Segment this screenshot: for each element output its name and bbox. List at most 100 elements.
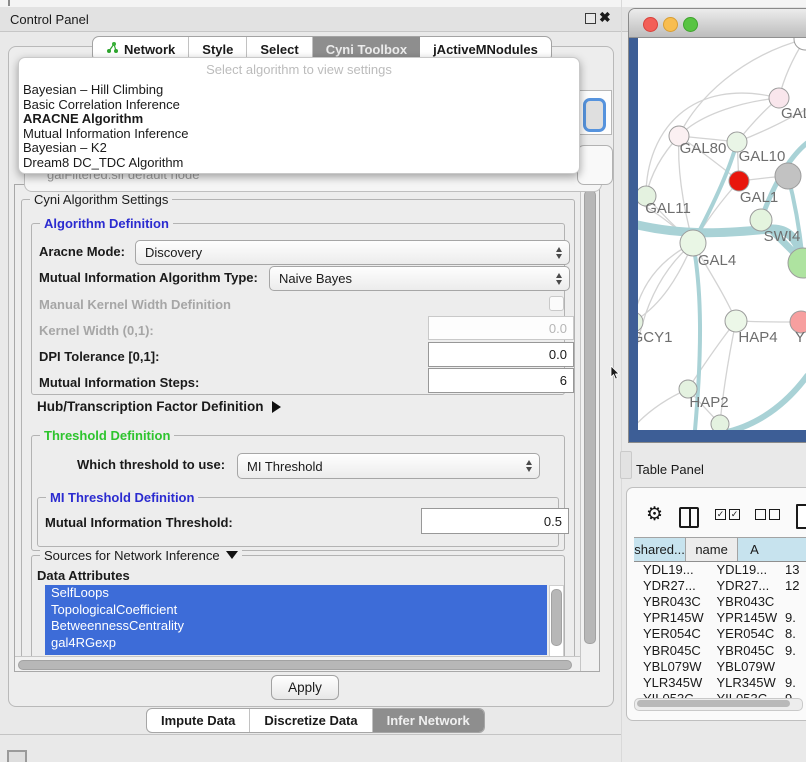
cell-value: 9. [781, 610, 806, 625]
table-row[interactable]: YDR27...YDR27...12 [634, 577, 806, 593]
dropdown-item[interactable]: Basic Correlation Inference [23, 98, 575, 113]
which-threshold-value: MI Threshold [247, 459, 323, 474]
cell-name: YPR145W [708, 610, 782, 625]
collapsed-arrow-icon [272, 401, 281, 413]
expanded-arrow-icon [226, 551, 238, 559]
apply-button[interactable]: Apply [271, 675, 339, 700]
attribute-item-partial[interactable] [45, 651, 547, 655]
table-row[interactable]: YBR045CYBR045C9. [634, 642, 806, 658]
settings-scroll-area: Cyni Algorithm Settings Algorithm Defini… [14, 184, 600, 672]
data-attributes-list[interactable]: SelfLoopsTopologicalCoefficientBetweenne… [45, 585, 547, 655]
float-window-icon[interactable] [585, 13, 596, 24]
mi-steps-label: Mutual Information Steps: [39, 375, 199, 390]
network-window-titlebar[interactable] [629, 9, 806, 38]
attribute-item[interactable]: gal4RGexp [45, 635, 547, 652]
minimize-traffic-light-icon[interactable] [663, 17, 678, 32]
tab-impute-data[interactable]: Impute Data [147, 709, 250, 732]
kernel-width-field[interactable]: 0.0 [428, 316, 574, 340]
which-threshold-label: Which threshold to use: [77, 457, 225, 472]
network-edge[interactable] [638, 389, 688, 430]
network-canvas[interactable]: GALGAL80GAL10GAL1GAL11SWI4GAL4GCY1HAP4YH… [638, 38, 806, 430]
gear-icon[interactable]: ⚙ [646, 505, 663, 524]
cell-name: YER054C [708, 626, 782, 641]
table-row[interactable]: YBR043CYBR043C [634, 593, 806, 609]
manual-kernel-checkbox[interactable] [549, 296, 564, 311]
network-edge[interactable] [717, 376, 806, 430]
attribute-item[interactable]: BetweennessCentrality [45, 618, 547, 635]
sources-legend[interactable]: Sources for Network Inference [40, 548, 242, 563]
network-node[interactable] [775, 163, 801, 189]
hub-section-label: Hub/Transcription Factor Definition [37, 399, 264, 414]
attributes-scrollbar-thumb[interactable] [551, 589, 562, 646]
mi-steps-field[interactable]: 6 [428, 368, 574, 393]
dropdown-placeholder: Select algorithm to view settings [19, 62, 579, 77]
select-all-columns-icon[interactable]: ✓✓ [715, 509, 743, 524]
export-table-icon[interactable] [796, 504, 806, 529]
close-icon[interactable]: ✖ [599, 9, 611, 26]
cell-shared-name: YIL053C [634, 691, 708, 698]
algorithm-definition-legend: Algorithm Definition [40, 216, 173, 231]
cell-value: 9. [781, 643, 806, 658]
dpi-tolerance-field[interactable]: 0.0 [428, 342, 574, 367]
network-node-gal1[interactable] [729, 171, 749, 191]
column-header-1[interactable]: shared... [634, 538, 686, 561]
table-hscrollbar[interactable] [634, 698, 803, 711]
cell-shared-name: YER054C [634, 626, 708, 641]
attribute-item[interactable]: TopologicalCoefficient [45, 602, 547, 619]
network-node[interactable] [711, 415, 729, 430]
columns-icon[interactable] [679, 507, 699, 528]
cell-shared-name: YBR045C [634, 643, 708, 658]
bottom-tabbar: Impute DataDiscretize DataInfer Network [146, 708, 485, 733]
network-edge[interactable] [638, 243, 693, 322]
table-row[interactable]: YPR145WYPR145W9. [634, 610, 806, 626]
table-row[interactable]: YIL053CYIL053C9 [634, 691, 806, 698]
deselect-all-columns-icon[interactable] [755, 509, 783, 524]
top-tick [8, 0, 10, 6]
attribute-item[interactable]: SelfLoops [45, 585, 547, 602]
column-header-3[interactable]: A [738, 538, 806, 561]
table-row[interactable]: YER054CYER054C8. [634, 626, 806, 642]
node-label-gal1: GAL1 [740, 189, 778, 206]
close-traffic-light-icon[interactable] [643, 17, 658, 32]
tab-discretize-data[interactable]: Discretize Data [250, 709, 372, 732]
dropdown-item[interactable]: Bayesian – K2 [23, 141, 575, 156]
attributes-scrollbar[interactable] [549, 585, 564, 657]
kernel-width-label: Kernel Width (0,1): [39, 323, 154, 338]
dropdown-item[interactable]: Bayesian – Hill Climbing [23, 83, 575, 98]
network-edge[interactable] [688, 321, 736, 389]
table-row[interactable]: YLR345WYLR345W9. [634, 674, 806, 690]
dropdown-item[interactable]: ARACNE Algorithm [23, 112, 575, 127]
mi-type-combo[interactable]: Naive Bayes [269, 266, 570, 291]
refresh-button-focused[interactable] [583, 98, 606, 132]
which-threshold-combo[interactable]: MI Threshold [237, 453, 540, 479]
stepper-icon [556, 247, 562, 259]
network-edge[interactable] [638, 243, 693, 322]
table-hscrollbar-thumb[interactable] [637, 700, 790, 707]
cell-name: YLR345W [708, 675, 782, 690]
partially-hidden-combo[interactable] [577, 145, 613, 185]
settings-vscrollbar-thumb[interactable] [584, 190, 596, 644]
bottom-left-widget[interactable] [7, 750, 27, 762]
hub-section-toggle[interactable]: Hub/Transcription Factor Definition [37, 399, 281, 414]
dock-divider [621, 0, 622, 762]
settings-hscrollbar-thumb[interactable] [18, 660, 572, 670]
column-header-2[interactable]: name [686, 538, 738, 561]
splitter-handle[interactable] [620, 451, 632, 479]
dropdown-item[interactable]: Dream8 DC_TDC Algorithm [23, 156, 575, 171]
node-label-gal10: GAL10 [739, 148, 786, 165]
table-row[interactable]: YDL19...YDL19...13 [634, 561, 806, 577]
mi-threshold-field[interactable]: 0.5 [421, 508, 569, 534]
tab-infer-network[interactable]: Infer Network [373, 709, 484, 732]
node-label-gal4: GAL4 [698, 252, 736, 269]
network-node[interactable] [794, 38, 806, 50]
algorithm-dropdown[interactable]: Select algorithm to view settings Bayesi… [18, 57, 580, 174]
tab-label: Network [124, 42, 175, 57]
dropdown-item[interactable]: Mutual Information Inference [23, 127, 575, 142]
settings-hscrollbar[interactable] [15, 656, 580, 672]
table-row[interactable]: YBL079WYBL079W [634, 658, 806, 674]
table-panel: ⚙ ✓✓ shared...nameA YDL19...YDL19...13YD… [626, 487, 806, 721]
cell-name: YBR043C [708, 594, 782, 609]
zoom-traffic-light-icon[interactable] [683, 17, 698, 32]
settings-vscrollbar[interactable] [580, 185, 600, 671]
aracne-mode-combo[interactable]: Discovery [135, 240, 570, 265]
